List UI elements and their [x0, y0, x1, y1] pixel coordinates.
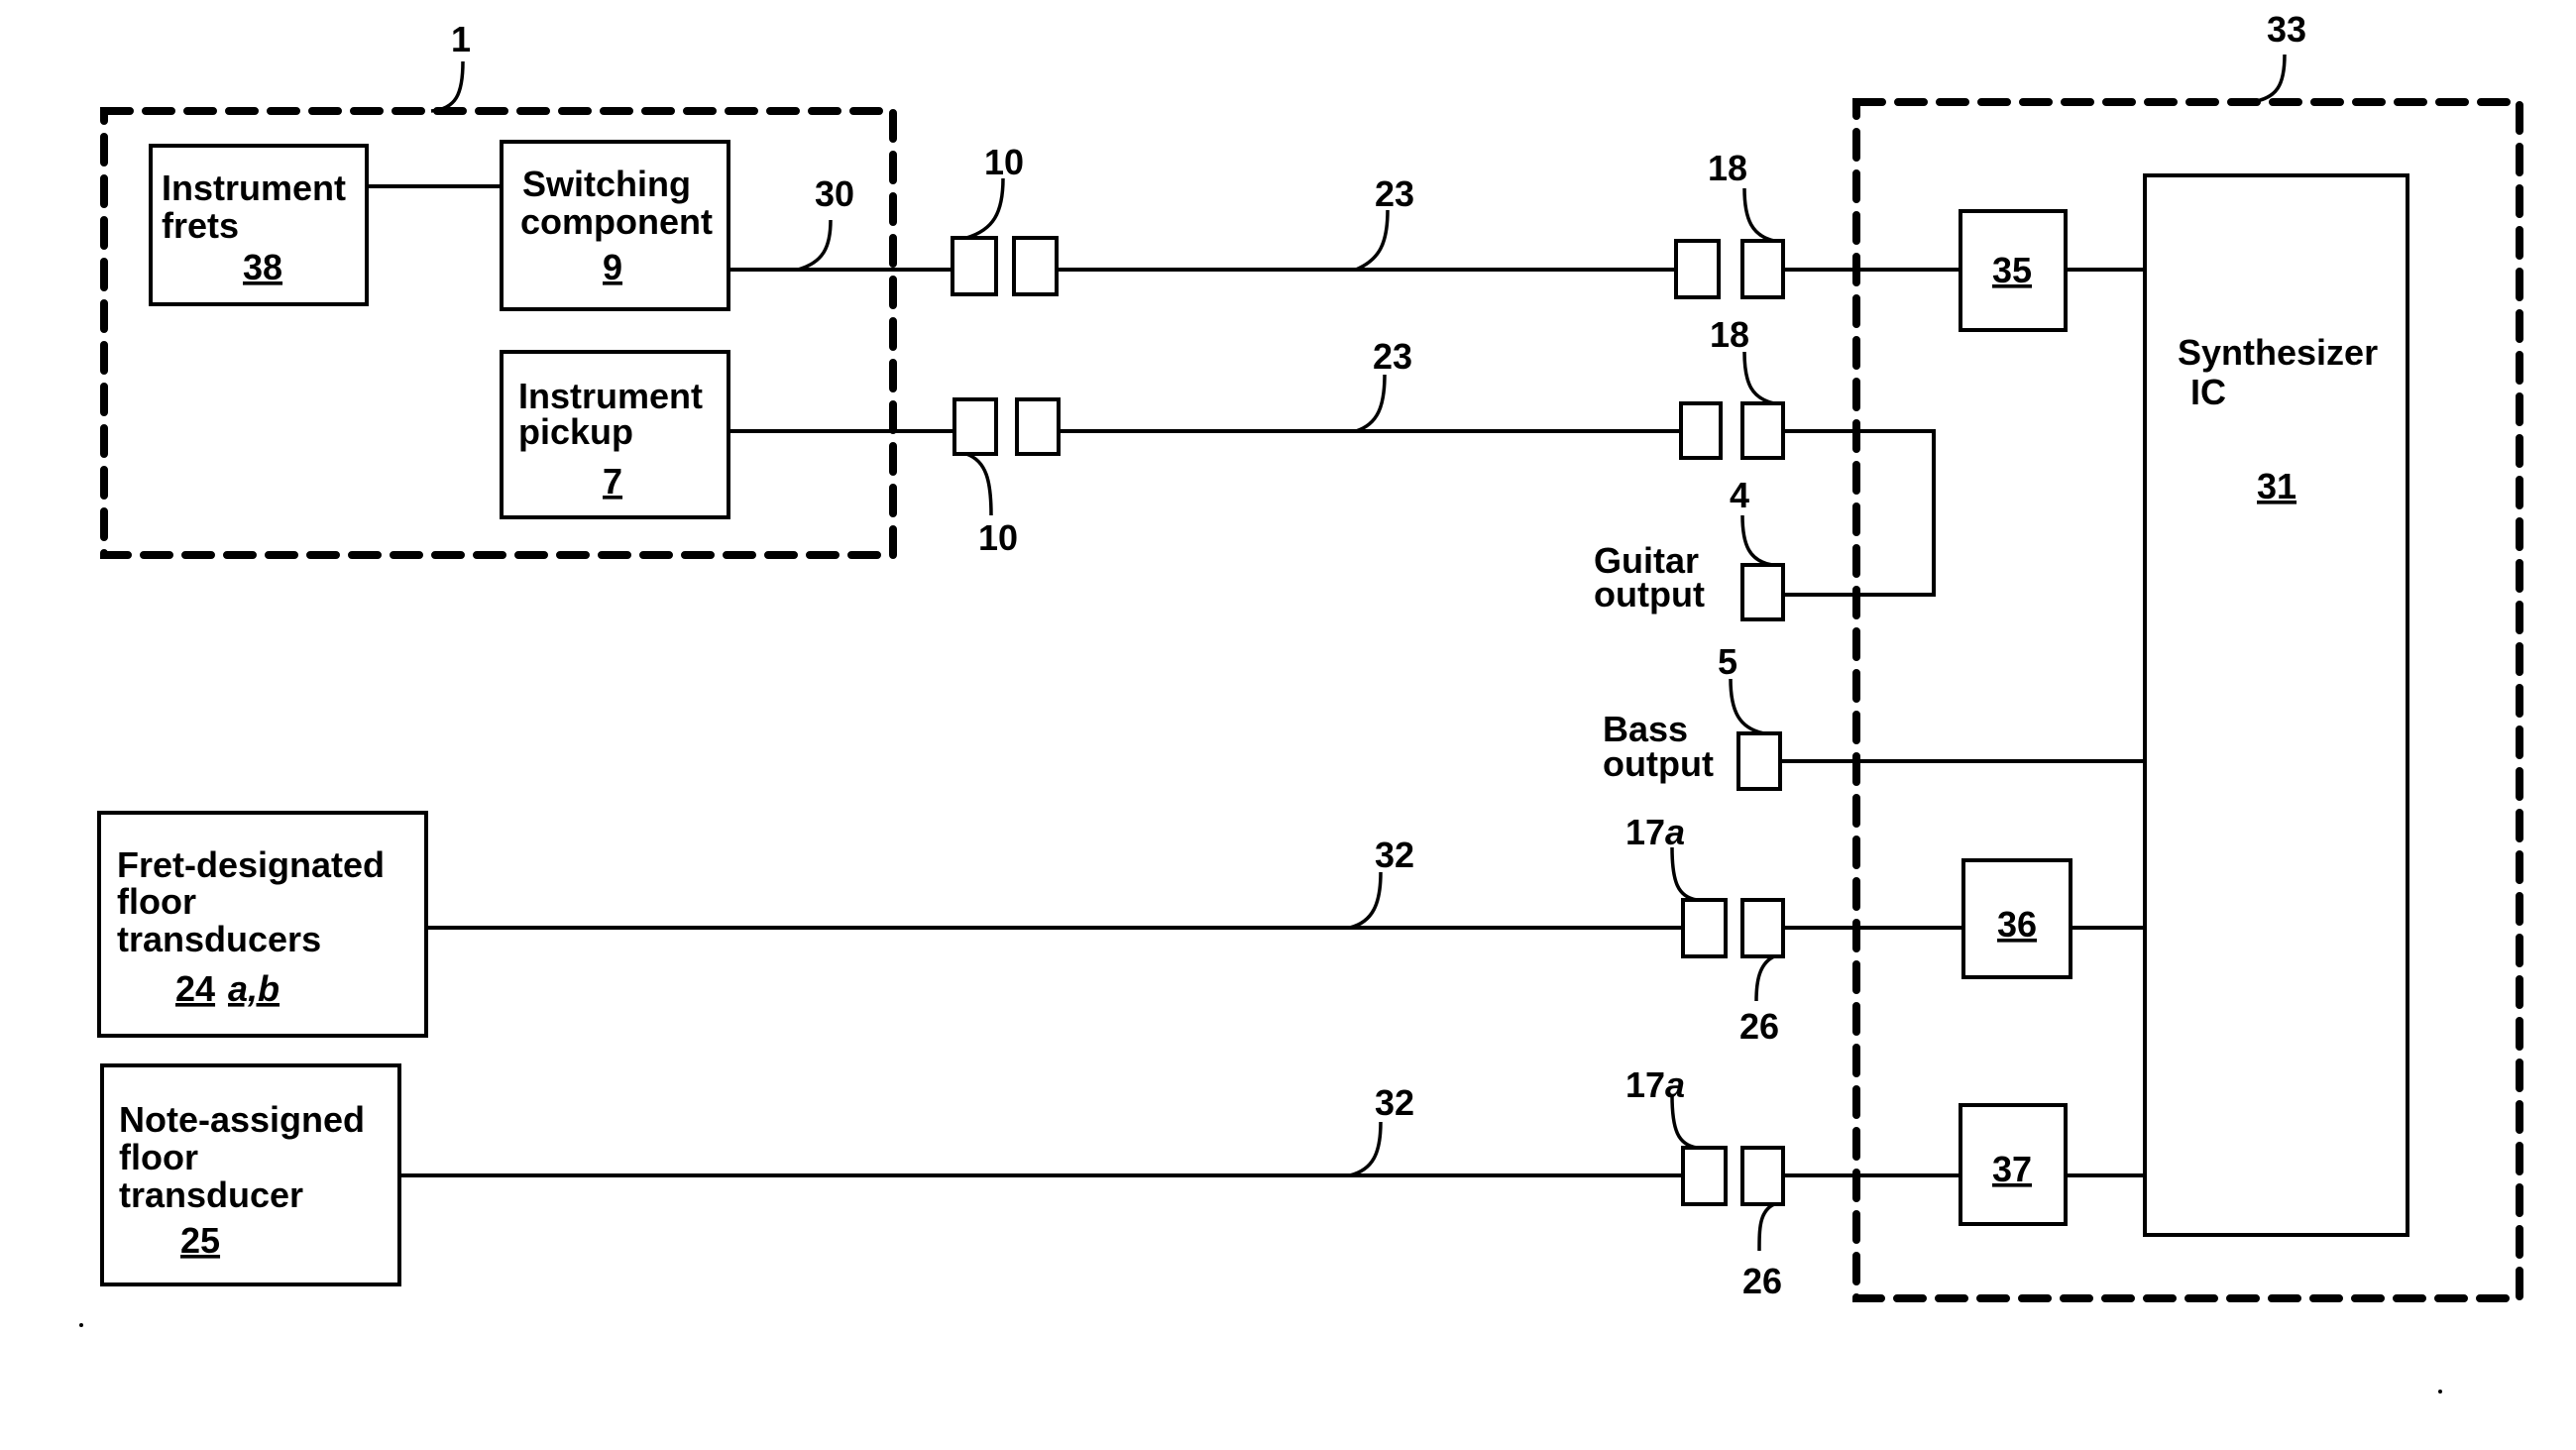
scan-speck — [79, 1323, 83, 1327]
guitar-output-ref: 4 — [1730, 475, 1749, 515]
connector-18-top-leader — [1742, 187, 1775, 243]
instrument-group-leader — [430, 60, 465, 113]
connector-26-top-ref: 26 — [1739, 1006, 1779, 1047]
line-30-leader — [797, 219, 833, 272]
connector-26-bottom-ref: 26 — [1742, 1261, 1782, 1301]
instrument-pickup-block: Instrument pickup 7 — [500, 350, 730, 519]
connector-10-top-leader — [965, 177, 1005, 240]
bass-output-ref: 5 — [1718, 641, 1737, 682]
bass-output-leader — [1729, 678, 1765, 735]
cable-23-bottom-ref: 23 — [1373, 336, 1412, 377]
block-36-ref: 36 — [1997, 904, 2037, 945]
synthesizer-ic-ref: 31 — [2257, 466, 2296, 506]
connector-10-bottom-ref: 10 — [978, 517, 1018, 558]
note-floor-label-line3: transducer — [119, 1174, 303, 1215]
connector-17a-top-leader — [1670, 846, 1698, 902]
line-30-ref: 30 — [815, 173, 854, 214]
cable-23-bottom-leader — [1355, 374, 1387, 433]
note-floor-label-line2: floor — [119, 1137, 198, 1177]
connector-10-top-a — [951, 236, 998, 296]
switching-component-ref: 9 — [603, 247, 622, 287]
connector-17a-bottom-suffix: a — [1665, 1064, 1685, 1105]
connector-10-top-b — [1012, 236, 1059, 296]
connector-18-bottom-ref: 18 — [1710, 314, 1749, 355]
instrument-frets-block: Instrument frets 38 — [149, 144, 369, 306]
connector-10-bottom-b — [1015, 397, 1061, 456]
cable-32-bottom-leader — [1349, 1121, 1383, 1177]
guitar-output-label-line2: output — [1594, 574, 1705, 614]
instrument-frets-ref: 38 — [243, 247, 282, 287]
bass-output-jack[interactable] — [1736, 731, 1782, 791]
connector-17a-bottom-ref: 17a — [1625, 1064, 1685, 1105]
connector-18-bottom-b — [1740, 401, 1785, 460]
guitar-output-jack[interactable] — [1740, 563, 1785, 621]
connector-17a-bottom — [1681, 1146, 1728, 1206]
fret-floor-label-line1: Fret-designated — [117, 844, 385, 885]
connector-18-top-ref: 18 — [1708, 148, 1747, 188]
synthesizer-ic-label-line2: IC — [2190, 372, 2226, 412]
instrument-frets-label-line1: Instrument — [162, 167, 346, 208]
cable-32-bottom-ref: 32 — [1375, 1082, 1414, 1123]
connector-17a-top-suffix: a — [1665, 812, 1685, 852]
connector-10-bottom-leader — [965, 452, 993, 516]
fret-floor-ref-suffix: a,b — [228, 968, 280, 1009]
connector-17a-top — [1681, 898, 1728, 958]
synthesizer-ic-label-line1: Synthesizer — [2178, 332, 2378, 373]
scan-speck — [2438, 1390, 2442, 1394]
cable-32-top-leader — [1349, 871, 1383, 930]
fret-floor-label-line3: transducers — [117, 919, 321, 959]
block-37-ref: 37 — [1992, 1149, 2032, 1189]
connector-17a-bottom-num: 17 — [1625, 1064, 1665, 1105]
instrument-group-ref: 1 — [451, 19, 471, 59]
connector-26-top-leader — [1754, 954, 1775, 1002]
connector-26-bottom — [1740, 1146, 1785, 1206]
fret-floor-label-line2: floor — [117, 881, 196, 922]
connector-18-top-b — [1740, 239, 1785, 299]
connector-26-bottom-leader — [1757, 1202, 1775, 1252]
cable-23-top-leader — [1355, 209, 1390, 272]
block-diagram: 1 33 Instrument frets 38 Switching compo… — [79, 9, 2523, 1394]
connector-17a-top-num: 17 — [1625, 812, 1665, 852]
connector-10-top-ref: 10 — [984, 142, 1024, 182]
block-35-ref: 35 — [1992, 250, 2032, 290]
note-floor-ref: 25 — [180, 1220, 220, 1261]
note-floor-transducer-block: Note-assigned floor transducer 25 — [100, 1063, 401, 1286]
instrument-pickup-label-line2: pickup — [518, 411, 633, 452]
instrument-pickup-label-line1: Instrument — [518, 376, 703, 416]
synth-unit-group-ref: 33 — [2267, 9, 2306, 50]
bass-output-label-line2: output — [1603, 743, 1714, 784]
instrument-frets-label-line2: frets — [162, 205, 239, 246]
connector-17a-top-ref: 17a — [1625, 812, 1685, 852]
connector-18-bottom-leader — [1742, 351, 1775, 405]
connector-26-top — [1740, 898, 1785, 958]
synthesizer-ic-block: Synthesizer IC 31 — [2143, 173, 2409, 1237]
note-floor-label-line1: Note-assigned — [119, 1099, 365, 1140]
guitar-output-leader — [1740, 514, 1773, 567]
fret-floor-ref: 24 — [175, 968, 215, 1009]
cable-32-top-ref: 32 — [1375, 835, 1414, 875]
instrument-pickup-ref: 7 — [603, 461, 622, 502]
switching-component-label-line1: Switching — [522, 164, 691, 204]
connector-10-bottom-a — [952, 397, 998, 456]
connector-18-bottom-a — [1679, 401, 1723, 460]
synth-unit-group-leader — [2249, 54, 2287, 104]
fret-floor-transducers-block: Fret-designated floor transducers 24 a,b — [97, 811, 428, 1038]
connector-18-top-a — [1674, 239, 1721, 299]
cable-23-top-ref: 23 — [1375, 173, 1414, 214]
switching-component-label-line2: component — [520, 201, 713, 242]
switching-component-block: Switching component 9 — [500, 140, 730, 311]
